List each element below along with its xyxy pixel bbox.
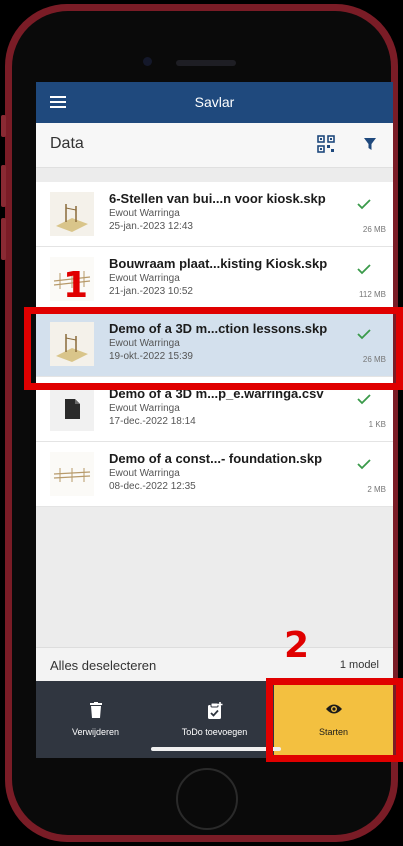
frame-thumbnail-icon bbox=[50, 452, 94, 496]
file-row-2[interactable]: Bouwraam plaat...kisting Kiosk.skp Ewout… bbox=[36, 247, 393, 312]
file-date: 17-dec.-2022 18:14 bbox=[109, 416, 196, 427]
add-todo-label: ToDo toevoegen bbox=[181, 727, 248, 737]
app-title: Savlar bbox=[194, 94, 235, 110]
home-indicator bbox=[151, 747, 281, 751]
file-name: Bouwraam plaat...kisting Kiosk.skp bbox=[109, 256, 328, 271]
selection-count: 1 model bbox=[339, 659, 379, 671]
deselect-all-link[interactable]: Alles deselecteren bbox=[50, 658, 156, 673]
delete-button[interactable]: Verwijderen bbox=[36, 681, 155, 758]
file-row-5[interactable]: Demo of a const...- foundation.skp Ewout… bbox=[36, 442, 393, 507]
section-header: Data bbox=[36, 123, 393, 168]
file-author: Ewout Warringa bbox=[109, 208, 180, 219]
document-icon bbox=[50, 387, 94, 431]
qr-scan-icon[interactable] bbox=[317, 135, 335, 153]
file-date: 08-dec.-2022 12:35 bbox=[109, 481, 196, 492]
file-size: 2 MB bbox=[367, 485, 386, 494]
step-marker-2: 2 bbox=[284, 625, 310, 666]
file-author: Ewout Warringa bbox=[109, 468, 180, 479]
mute-switch bbox=[1, 115, 6, 137]
highlight-box-selected-file bbox=[24, 307, 403, 390]
file-row-1[interactable]: 6-Stellen van bui...n voor kiosk.skp Ewo… bbox=[36, 182, 393, 247]
file-name: 6-Stellen van bui...n voor kiosk.skp bbox=[109, 191, 326, 206]
selection-bar: Alles deselecteren 1 model bbox=[36, 647, 393, 682]
filter-icon[interactable] bbox=[363, 137, 377, 151]
check-icon bbox=[357, 264, 371, 275]
app-bar: Savlar bbox=[36, 82, 393, 123]
file-size: 112 MB bbox=[359, 290, 386, 299]
clipboard-check-icon bbox=[207, 702, 222, 719]
home-button[interactable] bbox=[176, 768, 238, 830]
trash-icon bbox=[89, 702, 102, 718]
front-camera bbox=[143, 57, 152, 66]
file-author: Ewout Warringa bbox=[109, 403, 180, 414]
file-size: 1 KB bbox=[368, 420, 386, 429]
volume-up-button bbox=[1, 165, 6, 207]
file-size: 26 MB bbox=[362, 225, 386, 234]
highlight-box-start-button bbox=[266, 678, 403, 762]
delete-label: Verwijderen bbox=[71, 727, 120, 737]
check-icon bbox=[357, 394, 371, 405]
model-thumbnail-icon bbox=[50, 192, 94, 236]
app-screen: Savlar Data 6-Stellen van bui...n voor k… bbox=[36, 82, 393, 758]
file-date: 25-jan.-2023 12:43 bbox=[109, 221, 193, 232]
file-name: Demo of a const...- foundation.skp bbox=[109, 451, 323, 466]
check-icon bbox=[357, 199, 371, 210]
check-icon bbox=[357, 459, 371, 470]
file-author: Ewout Warringa bbox=[109, 273, 180, 284]
section-title: Data bbox=[50, 135, 84, 152]
file-date: 21-jan.-2023 10:52 bbox=[109, 286, 193, 297]
step-marker-1: 1 bbox=[63, 265, 89, 306]
volume-down-button bbox=[1, 218, 6, 260]
earpiece-speaker bbox=[176, 60, 236, 66]
